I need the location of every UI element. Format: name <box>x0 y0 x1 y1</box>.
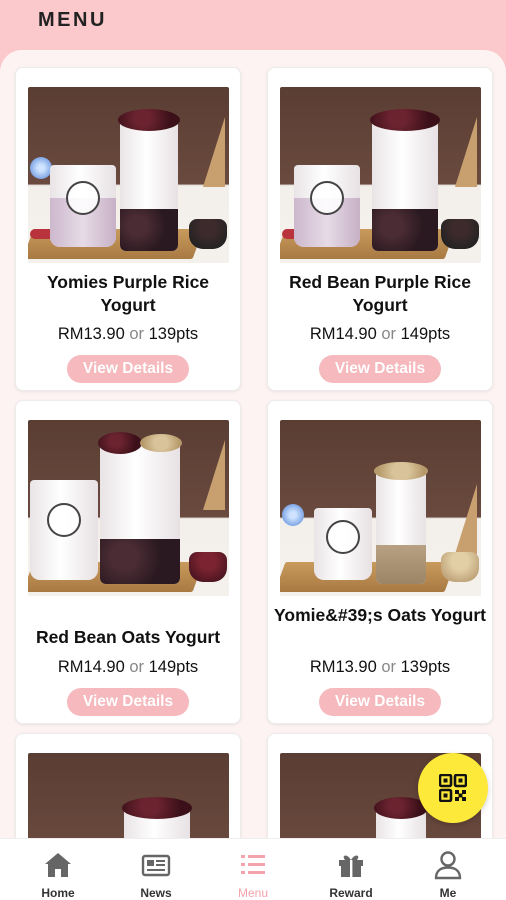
product-price: RM13.90 or 139pts <box>268 658 492 677</box>
product-image[interactable] <box>28 420 229 596</box>
price-value: RM14.90 <box>309 325 377 343</box>
view-details-button[interactable]: View Details <box>67 355 189 383</box>
product-card[interactable]: Yomies Purple Rice Yogurt RM13.90 or 139… <box>15 67 241 391</box>
product-card[interactable] <box>15 733 241 850</box>
nav-me[interactable]: Me <box>408 839 488 900</box>
price-or: or <box>129 658 145 676</box>
price-value: RM13.90 <box>57 325 125 343</box>
price-value: RM13.90 <box>309 658 377 676</box>
nav-reward[interactable]: Reward <box>311 839 391 900</box>
product-name: Yomies Purple Rice Yogurt <box>46 272 210 315</box>
product-price: RM13.90 or 139pts <box>16 325 240 344</box>
product-image[interactable] <box>280 420 481 596</box>
product-price: RM14.90 or 149pts <box>268 325 492 344</box>
points-value: 149pts <box>148 658 199 676</box>
view-details-button[interactable]: View Details <box>319 355 441 383</box>
menu-grid[interactable]: Yomies Purple Rice Yogurt RM13.90 or 139… <box>0 50 506 850</box>
gift-icon <box>339 855 363 877</box>
product-card[interactable]: Yomie&#39;s Oats Yogurt RM13.90 or 139pt… <box>267 400 493 724</box>
menu-list-icon <box>241 855 265 874</box>
product-image[interactable] <box>28 87 229 263</box>
price-value: RM14.90 <box>57 658 125 676</box>
qr-code-icon <box>439 774 467 802</box>
price-or: or <box>129 325 145 343</box>
price-or: or <box>381 658 397 676</box>
points-value: 149pts <box>400 325 451 343</box>
home-icon <box>45 853 71 877</box>
product-image[interactable] <box>280 87 481 263</box>
price-or: or <box>381 325 397 343</box>
product-price: RM14.90 or 149pts <box>16 658 240 677</box>
points-value: 139pts <box>148 325 199 343</box>
product-card[interactable]: Red Bean Oats Yogurt RM14.90 or 149pts V… <box>15 400 241 724</box>
bottom-navigation: Home News Menu Reward Me <box>0 838 506 900</box>
page-title: MENU <box>38 9 107 31</box>
nav-label: Menu <box>237 886 269 900</box>
newspaper-icon <box>141 854 171 877</box>
view-details-button[interactable]: View Details <box>319 688 441 716</box>
nav-news[interactable]: News <box>116 839 196 900</box>
nav-label: News <box>140 886 172 900</box>
person-icon <box>434 851 462 880</box>
product-name: Red Bean Purple Rice Yogurt <box>289 272 471 315</box>
product-image[interactable] <box>28 753 229 850</box>
nav-label: Me <box>439 886 457 900</box>
nav-menu[interactable]: Menu <box>213 839 293 900</box>
view-details-button[interactable]: View Details <box>67 688 189 716</box>
product-card[interactable]: Red Bean Purple Rice Yogurt RM14.90 or 1… <box>267 67 493 391</box>
points-value: 139pts <box>400 658 451 676</box>
nav-home[interactable]: Home <box>18 839 98 900</box>
qr-scan-button[interactable] <box>418 753 488 823</box>
product-name: Red Bean Oats Yogurt <box>35 627 221 647</box>
nav-label: Reward <box>329 886 373 900</box>
nav-label: Home <box>41 886 75 900</box>
product-name: Yomie&#39;s Oats Yogurt <box>274 605 487 625</box>
